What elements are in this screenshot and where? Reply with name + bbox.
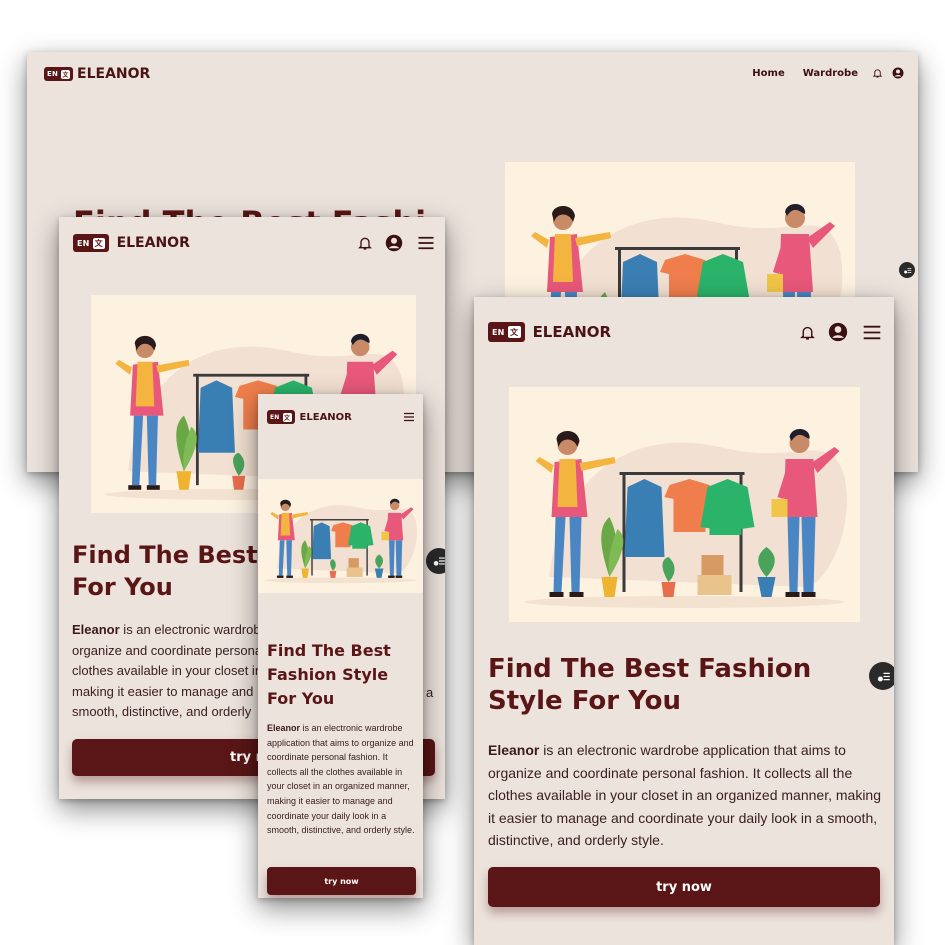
tablet-title-line-2: For You [72,573,173,602]
mobile-logo[interactable]: EN 文 ELEANOR [267,410,352,424]
large-float-button[interactable] [869,662,894,690]
bell-icon[interactable] [357,234,373,252]
cta-label: try now [324,876,359,886]
desc-line: organize and coordinate persona [72,642,263,658]
brand-name: ELEANOR [299,411,352,423]
language-badge[interactable]: EN 文 [73,234,109,252]
brand-name: ELEANOR [116,235,190,251]
large-hero-illustration [509,387,860,622]
desc-line: making it easier to manage and [72,683,254,699]
mobile-frame: EN 文 ELEANOR Find The Best Fashion Style… [258,394,423,898]
desc-line: is an electronic wardrob [119,622,261,637]
tablet-hero-title: Find The Best F For You [72,541,282,603]
tablet-logo[interactable]: EN 文 ELEANOR [73,234,190,252]
language-badge[interactable]: EN 文 [44,67,74,81]
mobile-try-now-button[interactable]: try now [267,867,416,895]
desktop-logo[interactable]: EN 文 ELEANOR [44,66,150,82]
lang-label: EN [77,238,90,248]
brand-name: ELEANOR [77,66,151,82]
mobile-title-line-1: Find The Best [267,641,391,660]
desktop-nav: Home Wardrobe [752,67,904,79]
large-try-now-button[interactable]: try now [488,867,880,907]
lang-label: EN [270,413,280,421]
desktop-float-button[interactable] [899,262,915,278]
language-badge[interactable]: EN 文 [267,410,295,424]
desc-strong: Eleanor [267,723,301,733]
tablet-desc-overflow: a [426,685,434,700]
lang-label: EN [492,327,505,337]
large-nav [799,322,882,342]
nav-home-link[interactable]: Home [752,68,784,79]
desc-rest: is an electronic wardrobe application th… [267,723,415,836]
bell-icon[interactable] [872,67,883,79]
desc-strong: Eleanor [72,622,120,637]
mobile-title-line-2: Fashion Style [267,665,389,684]
large-hero-title: Find The Best Fashion Style For You [488,654,812,716]
large-hero-description: Eleanor is an electronic wardrobe applic… [488,739,883,852]
mobile-title-line-3: For You [267,689,335,708]
mobile-hero-illustration [258,479,423,593]
lang-label: EN [47,70,59,78]
desktop-hero-illustration [505,162,855,312]
tablet-nav [357,234,435,252]
user-icon[interactable] [892,67,904,79]
bell-icon[interactable] [799,323,816,342]
tablet-title-line-1: Find The Best F [72,541,283,569]
mobile-hero-description: Eleanor is an electronic wardrobe applic… [267,721,417,838]
translate-icon: 文 [507,326,521,338]
desc-line: smooth, distinctive, and orderly [72,704,252,719]
translate-icon: 文 [61,69,71,79]
desc-rest: is an electronic wardrobe application th… [488,742,882,848]
translate-icon: 文 [282,412,292,422]
translate-icon: 文 [92,237,105,249]
language-badge[interactable]: EN 文 [488,322,525,342]
mobile-hero-title: Find The Best Fashion Style For You [267,639,391,711]
large-frame: EN 文 ELEANOR Find The Best Fashion Style… [474,297,894,945]
user-icon[interactable] [385,234,403,252]
nav-wardrobe-link[interactable]: Wardrobe [803,68,858,79]
cta-label: try now [656,879,712,895]
desc-line: clothes available in your closet in [72,663,263,678]
large-logo[interactable]: EN 文 ELEANOR [488,322,611,342]
tablet-hero-description: Eleanor is an electronic wardrob organiz… [72,620,262,723]
brand-name: ELEANOR [532,323,612,341]
hamburger-menu-icon[interactable] [403,412,415,422]
hamburger-menu-icon[interactable] [862,325,882,340]
desc-strong: Eleanor [488,742,540,758]
tablet-float-button[interactable] [426,548,445,574]
user-icon[interactable] [828,322,848,342]
hamburger-menu-icon[interactable] [417,236,435,250]
